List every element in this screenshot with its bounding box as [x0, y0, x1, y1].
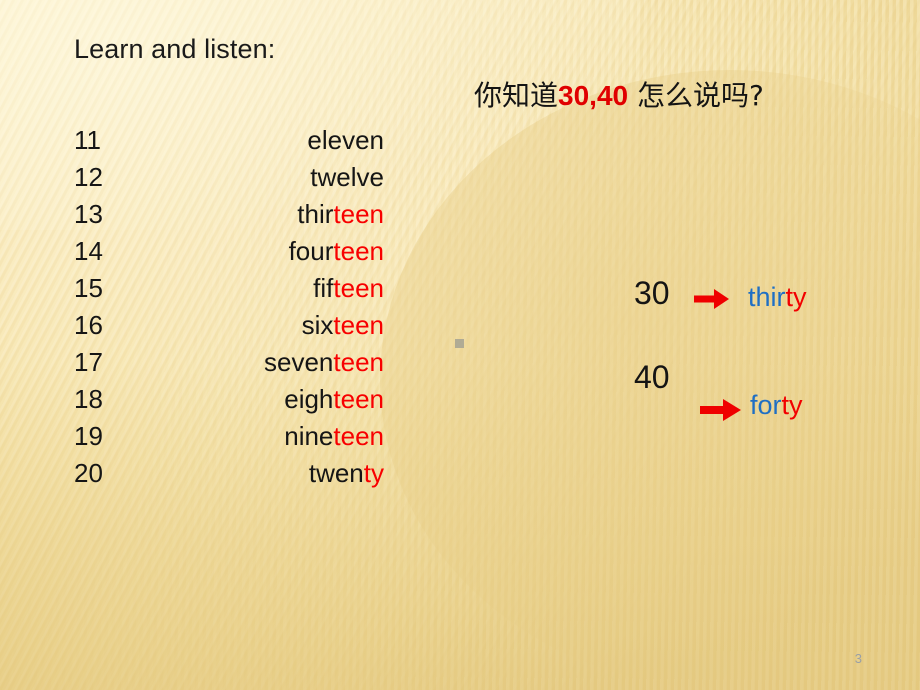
word-prefix: twelve [310, 162, 384, 192]
list-item-word: seventeen [264, 344, 384, 381]
word-suffix: teen [333, 310, 384, 340]
list-item: 18 eighteen [74, 381, 384, 418]
list-item-numeral: 17 [74, 347, 103, 377]
list-item: 17 seventeen [74, 344, 384, 381]
right-arrow-icon [700, 399, 741, 421]
slide-canvas: Learn and listen: 你知道30,40 怎么说吗? 11 elev… [0, 0, 920, 690]
chinese-question-highlight: 30,40 [558, 80, 629, 111]
tens-word-thirty: thirty [748, 282, 807, 313]
list-item: 15 fifteen [74, 270, 384, 307]
tens-numeral-30: 30 [634, 275, 670, 311]
chinese-question-prefix: 你知道 [474, 79, 559, 112]
chinese-question: 你知道30,40 怎么说吗? [474, 74, 764, 114]
list-item-word: thirteen [297, 196, 384, 233]
list-item-numeral: 14 [74, 236, 103, 266]
list-item-numeral: 19 [74, 421, 103, 451]
list-item-numeral: 13 [74, 199, 103, 229]
word-prefix: four [288, 236, 334, 266]
list-item-word: twenty [309, 455, 384, 492]
list-item-numeral: 15 [74, 273, 103, 303]
word-prefix: seven [264, 347, 334, 377]
word-prefix: nine [284, 421, 334, 451]
slide-title: Learn and listen: [74, 34, 276, 64]
list-item-numeral: 11 [74, 125, 101, 155]
word-suffix: teen [333, 347, 384, 377]
word-prefix: eigh [284, 384, 334, 414]
list-item-numeral: 18 [74, 384, 103, 414]
word-suffix: teen [333, 236, 384, 266]
list-item-numeral: 12 [74, 162, 103, 192]
right-arrow-icon [694, 289, 729, 309]
word-suffix: ty [363, 458, 384, 488]
list-item: 14 fourteen [74, 233, 384, 270]
list-item-word: fifteen [313, 270, 384, 307]
list-item: 16 sixteen [74, 307, 384, 344]
list-item: 13 thirteen [74, 196, 384, 233]
list-item: 20 twenty [74, 455, 384, 492]
list-item-numeral: 20 [74, 458, 103, 488]
word-prefix: fif [313, 273, 334, 303]
number-word-list: 11 eleven 12 twelve 13 thirteen 14 fourt… [74, 122, 384, 492]
list-item-word: eighteen [284, 381, 384, 418]
word-prefix: eleven [307, 125, 384, 155]
tens-word-tail: ty [785, 282, 807, 312]
word-prefix: six [301, 310, 334, 340]
word-suffix: teen [333, 421, 384, 451]
tens-word-tail: ty [781, 390, 803, 420]
list-item-word: sixteen [302, 307, 384, 344]
word-prefix: twen [308, 458, 364, 488]
list-item-word: fourteen [289, 233, 384, 270]
list-item-numeral: 16 [74, 310, 103, 340]
tens-word-head: for [750, 390, 782, 420]
chinese-question-suffix: 怎么说吗? [628, 79, 764, 112]
placeholder-marker [455, 339, 464, 348]
page-number: 3 [854, 651, 862, 666]
tens-word-forty: forty [750, 390, 803, 421]
list-item-word: eleven [307, 122, 384, 159]
list-item: 19 nineteen [74, 418, 384, 455]
tens-word-head: thir [748, 282, 786, 312]
word-suffix: teen [333, 273, 384, 303]
list-item-word: nineteen [284, 418, 384, 455]
list-item: 12 twelve [74, 159, 384, 196]
word-prefix: thir [297, 199, 334, 229]
list-item-word: twelve [310, 159, 384, 196]
list-item: 11 eleven [74, 122, 384, 159]
word-suffix: teen [333, 384, 384, 414]
tens-numeral-40: 40 [634, 359, 670, 395]
word-suffix: teen [333, 199, 384, 229]
